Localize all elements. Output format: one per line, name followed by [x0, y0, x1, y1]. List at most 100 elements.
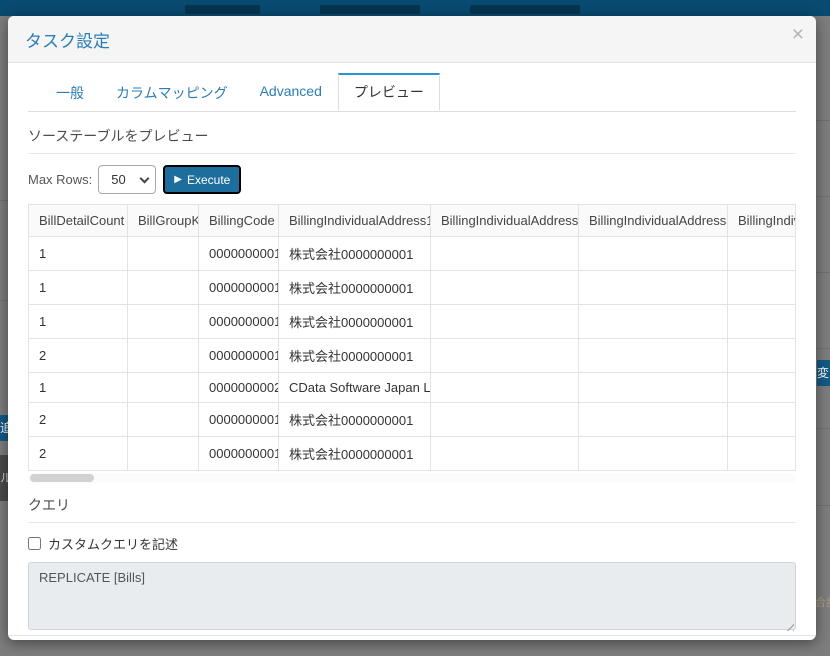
table-cell: [727, 236, 795, 271]
table-cell: 0000000002: [198, 372, 279, 403]
table-row: 1 0000000001 株式会社0000000001: [28, 236, 795, 271]
table-cell: 2: [28, 436, 128, 471]
table-cell: [727, 270, 795, 305]
background-add-button-fragment: 追: [0, 415, 8, 441]
query-box: [28, 562, 796, 635]
column-header: BillingIndividualAddress3: [578, 204, 728, 237]
table-cell: [727, 402, 795, 437]
table-cell: [127, 304, 199, 339]
tab-2[interactable]: Advanced: [244, 73, 338, 108]
dialog-body: 一般 カラムマッピング Advanced プレビュー ソーステーブルをプレビュー Ma…: [8, 63, 816, 635]
background-add-button-label: 追: [0, 421, 8, 435]
table-cell: 1: [28, 304, 128, 339]
table-body: 1 0000000001 株式会社0000000001 1 0000000001 株式会社…: [28, 236, 795, 471]
table-cell: [430, 236, 579, 271]
close-icon[interactable]: ×: [792, 24, 804, 45]
execute-button[interactable]: ▶ Execute: [163, 165, 242, 194]
tab-bar: 一般 カラムマッピング Advanced プレビュー: [28, 73, 796, 112]
background-row-divider: [816, 428, 830, 429]
background-navbar-text: [185, 5, 260, 14]
background-navbar-text: [470, 5, 580, 14]
background-row-divider: [816, 348, 830, 349]
query-section-heading: クエリ: [28, 495, 796, 523]
table-cell: 0000000001: [198, 338, 279, 373]
max-rows-label: Max Rows:: [28, 172, 93, 187]
table-cell: 2: [28, 402, 128, 437]
dialog-header: タスク設定 ×: [8, 16, 816, 63]
table-cell: [578, 338, 728, 373]
custom-query-row: カスタムクエリを記述: [28, 534, 796, 553]
table-cell: [578, 270, 728, 305]
table-cell: [127, 338, 199, 373]
task-settings-dialog: タスク設定 × 一般 カラムマッピング Advanced プレビュー ソーステーブルを…: [8, 16, 816, 640]
background-row-divider: [0, 300, 8, 301]
table-cell: 0000000001: [198, 402, 279, 437]
table-cell: 株式会社0000000001: [278, 436, 431, 471]
scrollbar-thumb[interactable]: [30, 474, 94, 482]
table-cell: 0000000001: [198, 304, 279, 339]
table-cell: [578, 402, 728, 437]
table-row: 1 0000000002CData Software Japan LLC: [28, 372, 795, 403]
table-cell: 1: [28, 372, 128, 403]
table-header-row: BillDetailCountBillGroupKeyBillingCodeBi…: [28, 204, 795, 237]
table-cell: [127, 372, 199, 403]
table-cell: [127, 402, 199, 437]
table-cell: [430, 402, 579, 437]
tab-3[interactable]: プレビュー: [337, 73, 440, 111]
background-total-text: 合計: [815, 597, 830, 609]
table-cell: 株式会社0000000001: [278, 236, 431, 271]
execute-button-label: Execute: [187, 172, 231, 187]
table-cell: [430, 372, 579, 403]
custom-query-checkbox[interactable]: [28, 537, 41, 550]
table-cell: [127, 236, 199, 271]
table-row: 2 0000000001 株式会社0000000001: [28, 402, 795, 437]
preview-table-wrap: BillDetailCountBillGroupKeyBillingCodeBi…: [28, 204, 796, 471]
table-cell: 1: [28, 270, 128, 305]
query-textarea[interactable]: [28, 562, 796, 630]
tab-item: 一般: [40, 73, 100, 111]
table-cell: 0000000001: [198, 270, 279, 305]
table-cell: [430, 270, 579, 305]
background-row-divider: [816, 196, 830, 197]
background-change-button-fragment: 変: [817, 360, 830, 386]
table-cell: [430, 338, 579, 373]
custom-query-label: カスタムクエリを記述: [48, 537, 179, 552]
table-cell: 株式会社0000000001: [278, 338, 431, 373]
background-table-header-fragment: ル: [0, 455, 8, 501]
table-cell: [727, 372, 795, 403]
table-cell: [578, 372, 728, 403]
table-row: 1 0000000001 株式会社0000000001: [28, 304, 795, 339]
table-cell: 株式会社0000000001: [278, 270, 431, 305]
column-header: BillingCode: [198, 204, 279, 237]
table-cell: 0000000001: [198, 236, 279, 271]
dialog-footer: ✖ キャンセル OK: [8, 635, 816, 640]
table-cell: [727, 338, 795, 373]
background-total-label: 合計: [815, 594, 830, 610]
table-cell: 株式会社0000000001: [278, 304, 431, 339]
table-cell: 2: [28, 338, 128, 373]
tab-1[interactable]: カラムマッピング: [100, 73, 244, 112]
column-header: BillGroupKey: [127, 204, 199, 237]
table-cell: [430, 304, 579, 339]
background-navbar-text: [320, 5, 420, 14]
preview-controls: Max Rows: 50 ▶ Execute: [28, 165, 796, 194]
table-cell: [578, 236, 728, 271]
table-cell: CData Software Japan LLC: [278, 372, 431, 403]
table-cell: [430, 436, 579, 471]
table-cell: [127, 436, 199, 471]
dialog-title: タスク設定: [25, 32, 110, 51]
table-row: 2 0000000001 株式会社0000000001: [28, 338, 795, 373]
table-cell: [727, 436, 795, 471]
table-cell: [727, 304, 795, 339]
table-row: 1 0000000001 株式会社0000000001: [28, 270, 795, 305]
table-cell: [578, 304, 728, 339]
preview-table: BillDetailCountBillGroupKeyBillingCodeBi…: [28, 204, 795, 471]
horizontal-scrollbar[interactable]: [28, 473, 796, 483]
tab-0[interactable]: 一般: [40, 73, 100, 112]
preview-section-heading: ソーステーブルをプレビュー: [28, 126, 796, 154]
background-row-divider: [816, 505, 830, 506]
max-rows-select[interactable]: 50: [98, 165, 157, 194]
background-row-divider: [816, 120, 830, 121]
column-header: BillingIndividualAddress1: [278, 204, 431, 237]
tab-item: Advanced: [244, 73, 338, 111]
